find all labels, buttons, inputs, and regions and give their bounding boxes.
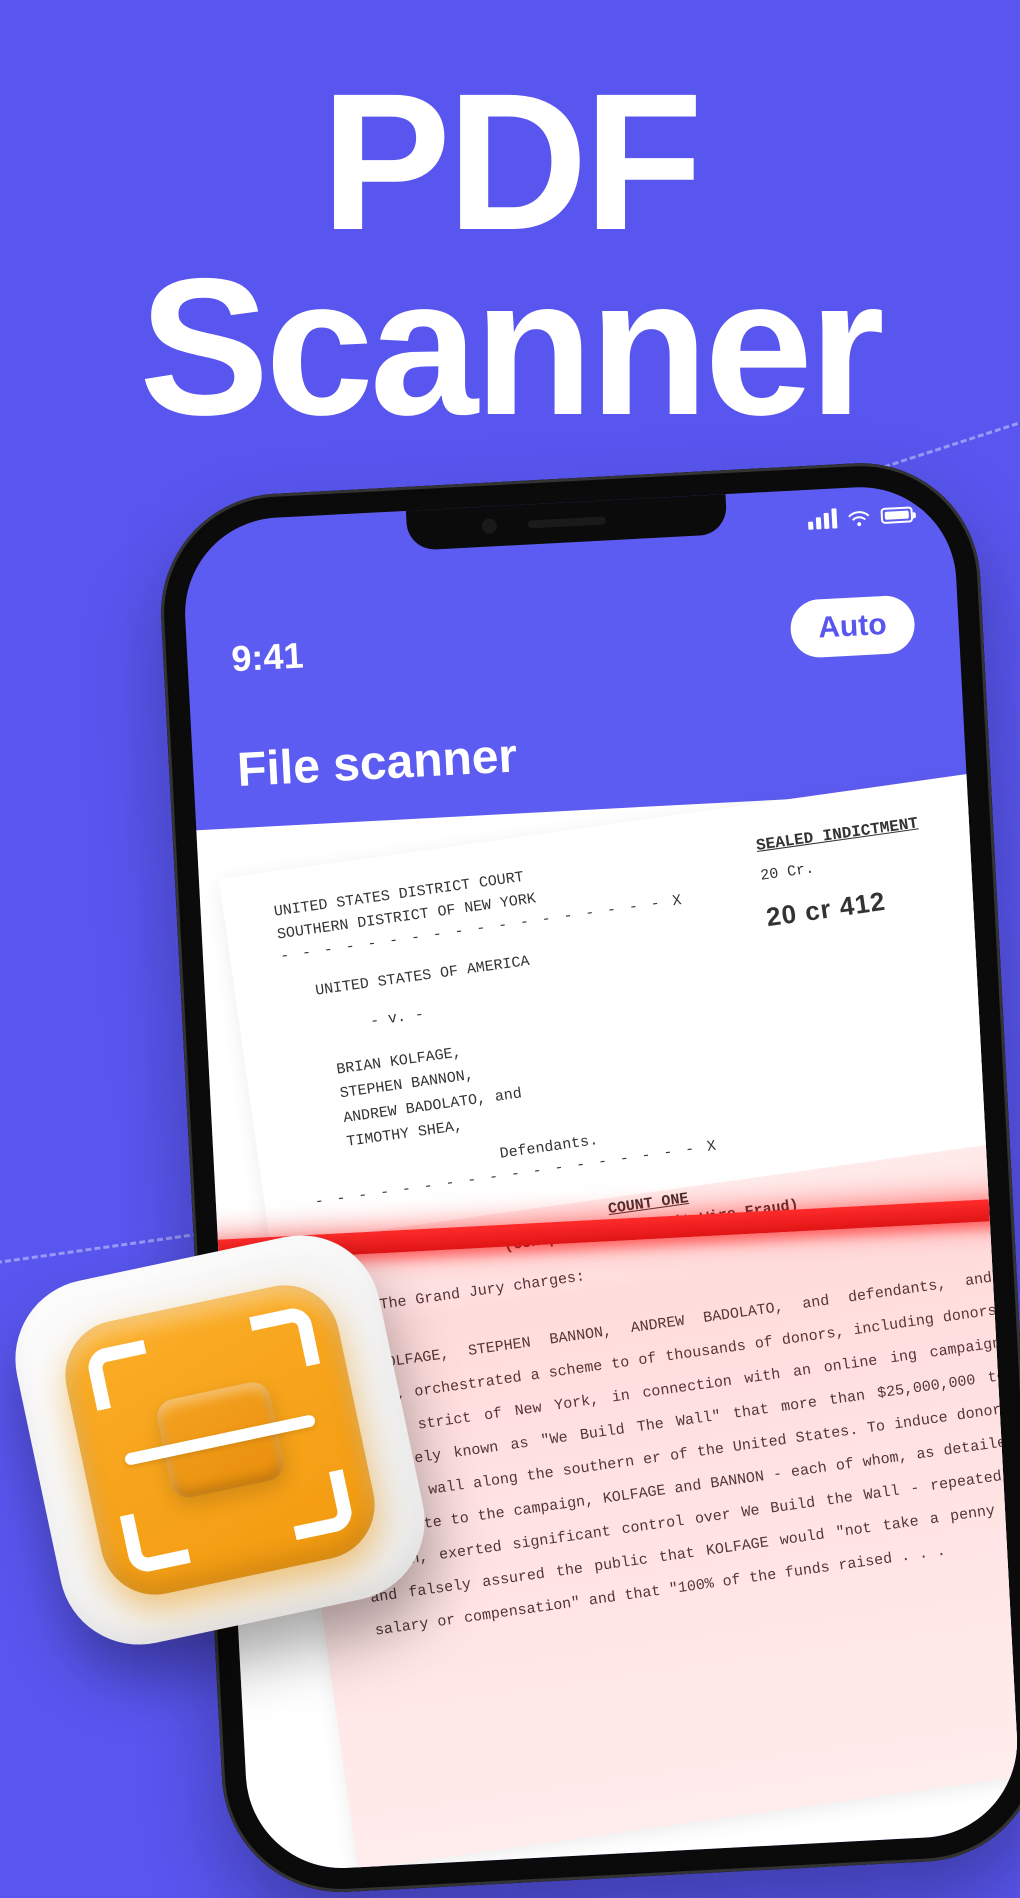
hero-title-block: PDF Scanner [0, 0, 1020, 441]
phone-screen: 9:41 Auto File scanner UNITED STATES DIS… [180, 482, 1020, 1873]
app-title: File scanner [236, 707, 922, 798]
scanner-app-icon [1, 1221, 440, 1660]
doc-case-number: 20 cr 412 [764, 875, 931, 936]
wifi-icon [846, 508, 871, 527]
hero-title-line1: PDF [0, 70, 1020, 255]
cellular-signal-icon [807, 508, 837, 529]
doc-body-text: KOLFAGE, STEPHEN BANNON, ANDREW BADOLATO… [336, 1262, 1020, 1648]
hero-title-line2: Scanner [0, 255, 1020, 440]
status-time: 9:41 [230, 634, 304, 680]
phone-mockup: 9:41 Auto File scanner UNITED STATES DIS… [155, 453, 1020, 1898]
battery-icon [880, 506, 913, 524]
auto-button[interactable]: Auto [789, 594, 916, 658]
